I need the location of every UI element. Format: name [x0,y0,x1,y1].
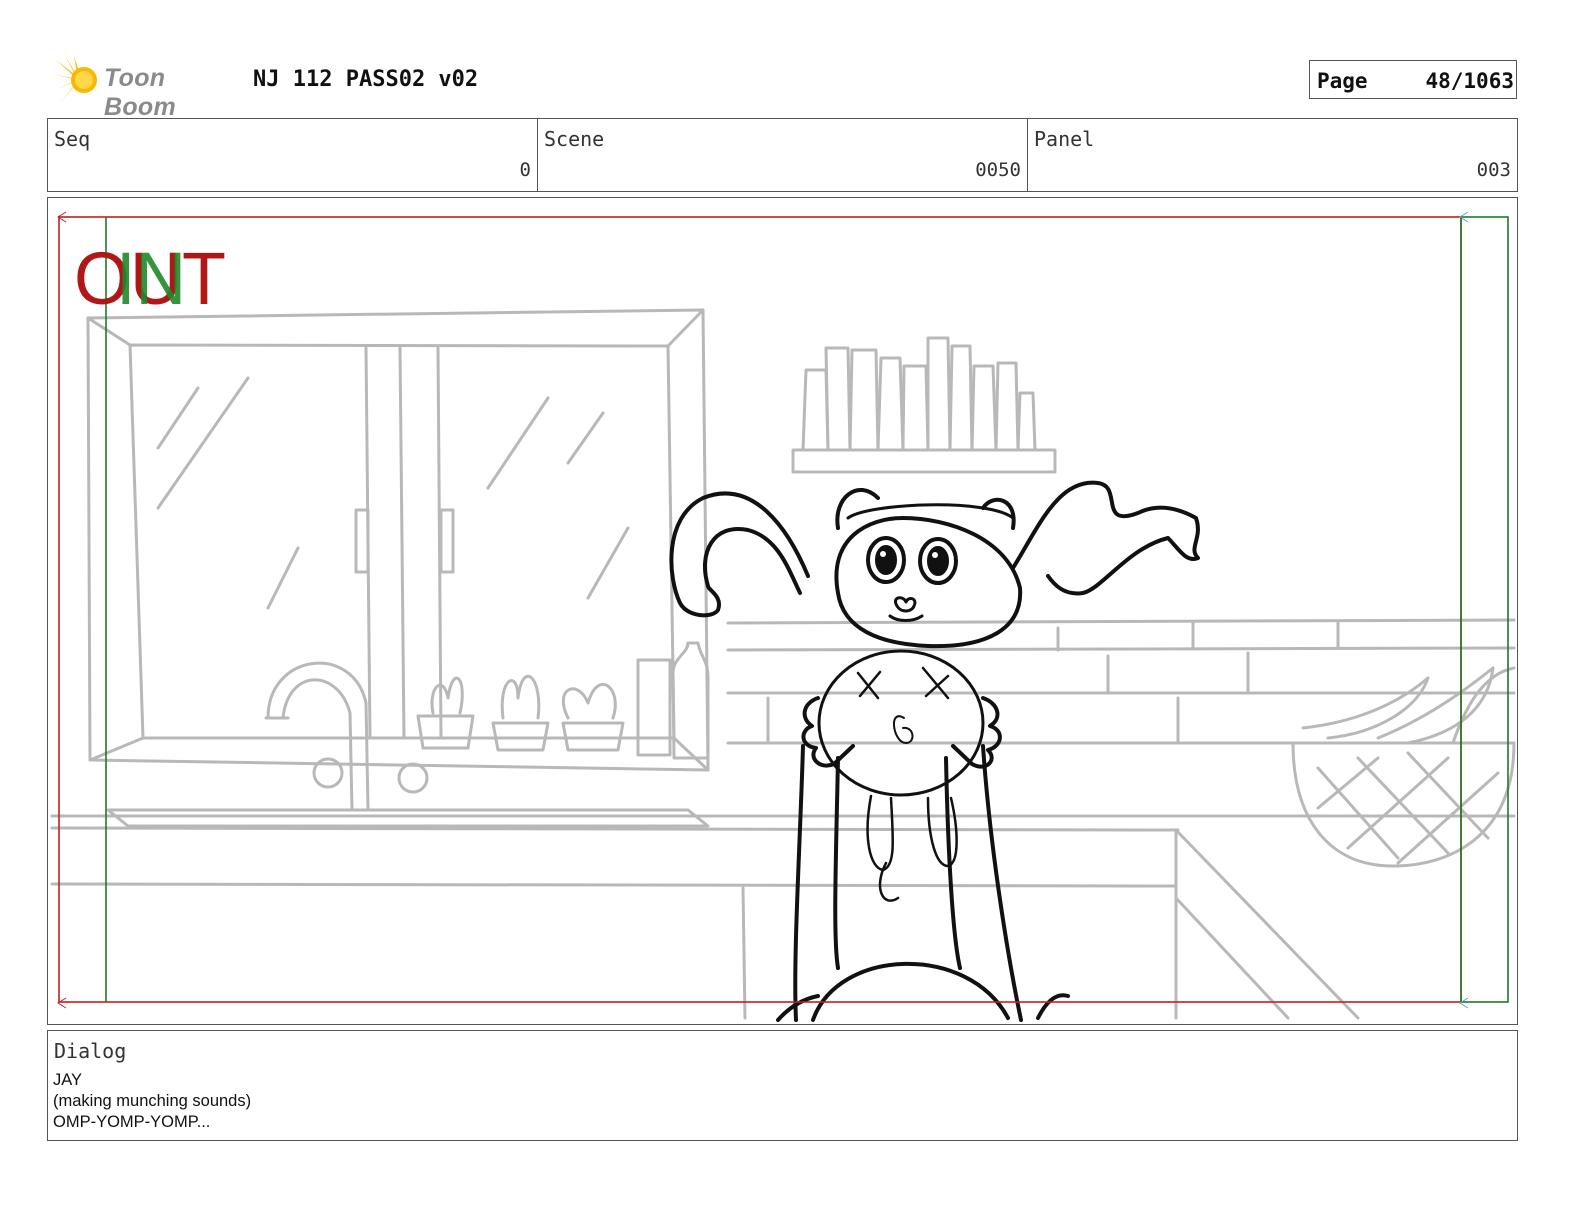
dialog-label: Dialog [54,1039,127,1063]
dialog-box: Dialog JAY (making munching sounds) OMP-… [47,1030,1518,1141]
seq-value: 0 [519,159,531,181]
transition-in-label: IN [116,237,186,320]
seq-label: Seq [54,127,91,151]
toon-boom-logo: Toon Boom [50,52,240,121]
scene-cell: Scene 0050 [538,119,1028,191]
seq-cell: Seq 0 [48,119,538,191]
dialog-parenthetical: (making munching sounds) [53,1092,252,1110]
scene-label: Scene [544,127,605,151]
logo-text: Toon Boom [104,64,177,121]
character-sketch [669,480,1200,1022]
storyboard-panel: OUT IN [47,197,1518,1025]
document-title: NJ 112 PASS02 v02 [253,67,479,92]
dialog-character-name: JAY [53,1071,83,1089]
panel-label: Panel [1034,127,1095,151]
starburst-icon [52,54,97,104]
scene-value: 0050 [975,159,1021,181]
panel-cell: Panel 003 [1028,119,1517,191]
panel-value: 003 [1476,159,1511,181]
kitchen-background-sketch [50,308,1516,1020]
page-number: 48/1063 [1425,69,1514,93]
shot-info-table: Seq 0 Scene 0050 Panel 003 [47,118,1518,192]
page-label: Page [1317,69,1368,93]
camera-right-guide [1460,216,1509,1003]
page-indicator: Page 48/1063 [1309,60,1517,99]
panel-drawing: OUT IN [50,211,1516,1022]
dialog-line: OMP-YOMP-YOMP... [53,1113,211,1131]
